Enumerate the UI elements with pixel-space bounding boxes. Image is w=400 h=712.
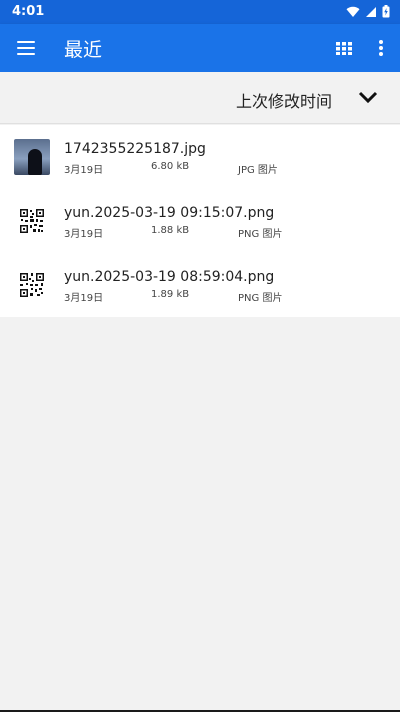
file-list: 1742355225187.jpg 3月19日 6.80 kB JPG 图片 y… (0, 125, 400, 317)
file-type: PNG 图片 (238, 293, 283, 304)
page-title: 最近 (64, 39, 103, 61)
file-name: 1742355225187.jpg (64, 141, 206, 157)
grid-view-icon[interactable] (332, 36, 356, 60)
file-size: 1.89 kB (151, 289, 190, 300)
file-date: 3月19日 (64, 293, 104, 304)
qr-code-icon (14, 267, 50, 303)
file-date: 3月19日 (64, 229, 104, 240)
photo-thumbnail (14, 139, 50, 175)
battery-icon (382, 5, 390, 18)
menu-icon[interactable] (12, 34, 40, 62)
file-size: 1.88 kB (151, 225, 190, 236)
sort-label[interactable]: 上次修改时间 (236, 88, 332, 112)
file-date: 3月19日 (64, 165, 104, 176)
wifi-icon (346, 6, 360, 17)
file-size: 6.80 kB (151, 161, 190, 172)
file-row[interactable]: yun.2025-03-19 08:59:04.png 3月19日 1.89 k… (0, 253, 400, 317)
signal-icon (366, 6, 376, 17)
file-row[interactable]: yun.2025-03-19 09:15:07.png 3月19日 1.88 k… (0, 189, 400, 253)
file-type: PNG 图片 (238, 229, 283, 240)
file-name: yun.2025-03-19 08:59:04.png (64, 269, 275, 285)
status-bar: 4:01 (0, 0, 400, 24)
qr-code-icon (14, 203, 50, 239)
app-bar: 最近 (0, 24, 400, 72)
status-icons (346, 5, 390, 18)
sort-bar[interactable]: 上次修改时间 (0, 72, 400, 124)
status-time: 4:01 (12, 4, 45, 19)
chevron-down-icon[interactable] (356, 88, 380, 108)
file-name: yun.2025-03-19 09:15:07.png (64, 205, 275, 221)
more-vert-icon[interactable] (369, 36, 393, 60)
file-type: JPG 图片 (238, 165, 278, 176)
file-row[interactable]: 1742355225187.jpg 3月19日 6.80 kB JPG 图片 (0, 125, 400, 189)
